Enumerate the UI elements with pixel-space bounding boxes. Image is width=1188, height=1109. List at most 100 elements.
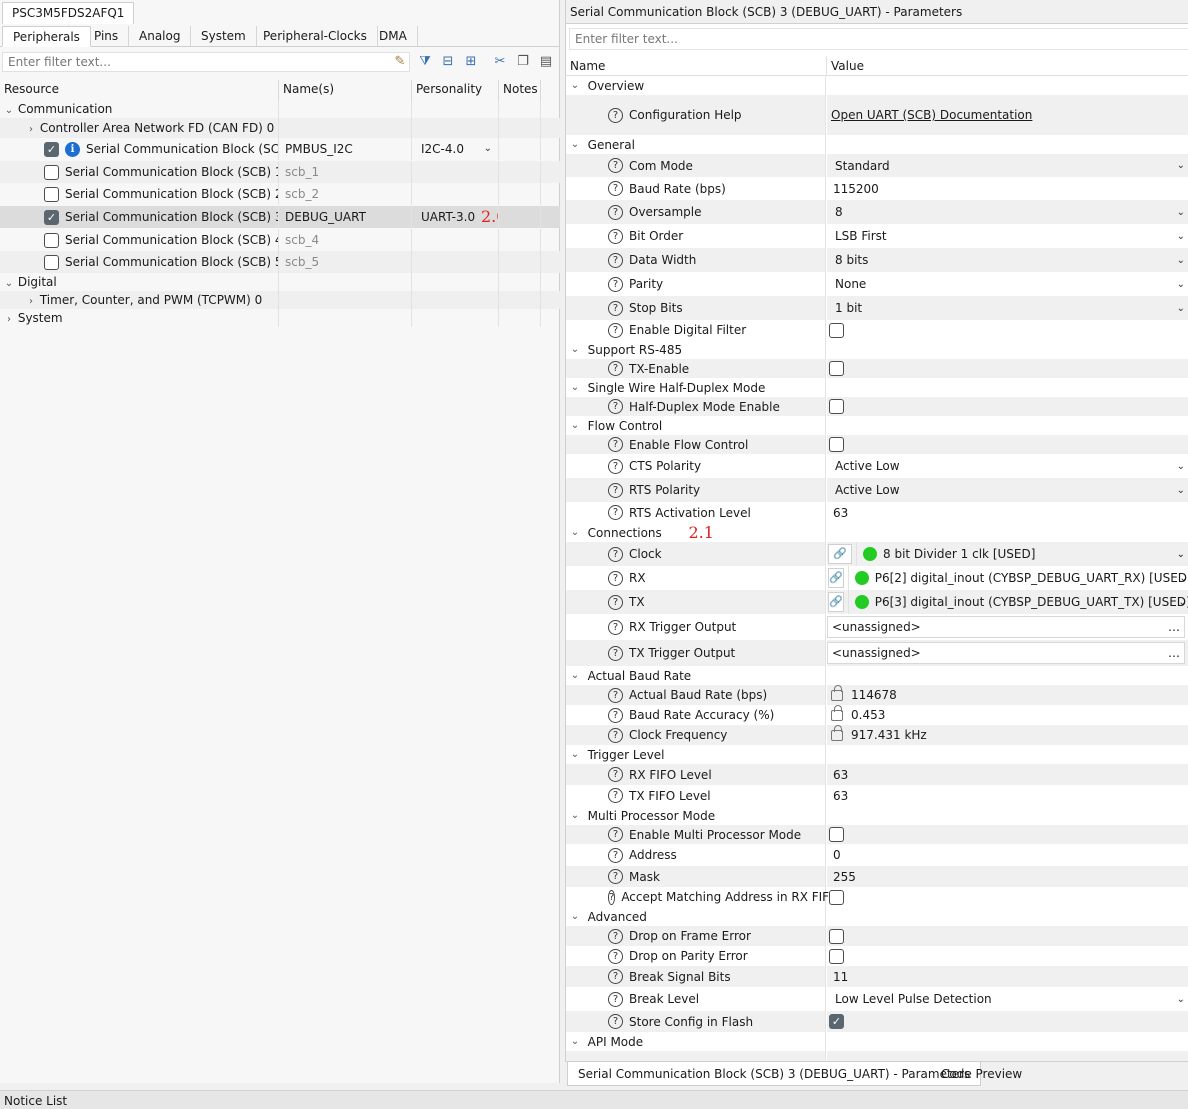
help-icon[interactable]: ? xyxy=(608,707,623,723)
store-config-checkbox[interactable]: ✓ xyxy=(829,1014,844,1029)
drop-parity-checkbox[interactable] xyxy=(829,948,844,964)
chevron-down-icon[interactable]: ⌄ xyxy=(570,911,580,922)
help-icon[interactable]: ? xyxy=(608,948,623,964)
help-icon[interactable]: ? xyxy=(608,458,623,474)
help-icon[interactable]: ? xyxy=(608,594,623,610)
resource-name[interactable]: DEBUG_UART xyxy=(279,206,412,228)
parity-dropdown[interactable]: None ⌄ xyxy=(827,272,1188,296)
help-icon[interactable]: ? xyxy=(608,991,623,1007)
group-general[interactable]: ⌄ General xyxy=(566,135,1188,154)
drop-frame-checkbox[interactable] xyxy=(829,928,844,944)
resource-filter-input[interactable]: Enter filter text... xyxy=(2,52,410,72)
help-icon[interactable]: ? xyxy=(608,1014,623,1029)
personality-dropdown[interactable]: UART-3.0 2.0 xyxy=(412,206,499,228)
tx-dropdown[interactable]: P6[3] digital_inout (CYBSP_DEBUG_UART_TX… xyxy=(847,590,1188,614)
help-icon[interactable]: ? xyxy=(608,505,623,520)
group-trigger-level[interactable]: ⌄ Trigger Level xyxy=(566,745,1188,764)
help-icon[interactable]: ? xyxy=(608,827,623,842)
tx-trigger-selector[interactable]: <unassigned>… xyxy=(827,642,1185,664)
help-icon[interactable]: ? xyxy=(608,869,623,884)
help-icon[interactable]: ? xyxy=(608,767,623,782)
link-icon[interactable]: 🔗 xyxy=(828,568,844,588)
accept-match-checkbox[interactable] xyxy=(829,889,844,905)
break-bits-input[interactable]: 11 xyxy=(827,970,848,984)
resource-name[interactable]: scb_2 xyxy=(279,183,412,205)
baud-rate-input[interactable]: 115200 xyxy=(827,182,879,196)
chevron-down-icon[interactable]: ⌄ xyxy=(570,527,580,538)
expand-all-icon[interactable]: ⊞ xyxy=(463,54,479,70)
half-duplex-checkbox[interactable] xyxy=(829,399,844,414)
chevron-down-icon[interactable]: ⌄ xyxy=(570,810,580,821)
help-icon[interactable]: ? xyxy=(608,322,623,338)
chevron-down-icon[interactable]: ⌄ xyxy=(4,102,14,118)
help-icon[interactable]: ? xyxy=(608,361,623,376)
more-icon[interactable]: … xyxy=(1168,646,1180,660)
help-icon[interactable]: ? xyxy=(608,482,623,498)
chevron-down-icon[interactable]: ⌄ xyxy=(570,1036,580,1047)
copy-icon[interactable]: ❐ xyxy=(515,54,531,70)
chevron-down-icon[interactable]: ⌄ xyxy=(484,138,492,160)
group-rs485[interactable]: ⌄ Support RS-485 xyxy=(566,340,1188,359)
chevron-down-icon[interactable]: ⌄ xyxy=(570,420,580,431)
notice-list-bar[interactable]: Notice List xyxy=(0,1090,1188,1109)
help-icon[interactable]: ? xyxy=(608,300,623,316)
help-icon[interactable]: ? xyxy=(608,619,623,635)
group-advanced[interactable]: ⌄ Advanced xyxy=(566,907,1188,926)
help-icon[interactable]: ? xyxy=(608,204,623,220)
rx-trigger-selector[interactable]: <unassigned>… xyxy=(827,616,1185,638)
col-names[interactable]: Name(s) xyxy=(279,80,412,100)
break-level-dropdown[interactable]: Low Level Pulse Detection ⌄ xyxy=(827,987,1188,1011)
chevron-right-icon[interactable]: › xyxy=(26,293,36,309)
enable-checkbox[interactable] xyxy=(44,233,59,248)
group-api-mode[interactable]: ⌄ API Mode xyxy=(566,1032,1188,1051)
chevron-down-icon[interactable]: ⌄ xyxy=(570,670,580,681)
tree-row-scb0[interactable]: ✓ i Serial Communication Block (SCB) 0 PMB… xyxy=(0,138,560,160)
tab-peripherals[interactable]: Peripherals xyxy=(2,26,91,47)
chevron-down-icon[interactable]: ⌄ xyxy=(570,80,580,91)
help-icon[interactable]: ? xyxy=(608,570,623,586)
tree-row-communication[interactable]: ⌄ Communication xyxy=(0,100,560,118)
tree-row-scb5[interactable]: Serial Communication Block (SCB) 5 scb_5 xyxy=(0,251,560,273)
stop-bits-dropdown[interactable]: 1 bit ⌄ xyxy=(827,296,1188,320)
parameter-filter-input[interactable]: Enter filter text... xyxy=(569,28,1188,50)
info-icon[interactable]: i xyxy=(65,142,80,157)
col-name[interactable]: Name xyxy=(566,56,827,76)
help-icon[interactable]: ? xyxy=(608,399,623,414)
help-icon[interactable]: ? xyxy=(608,727,623,743)
tree-row-scb3[interactable]: ✓ Serial Communication Block (SCB) 3 DEBU… xyxy=(0,206,560,228)
enable-checkbox[interactable]: ✓ xyxy=(44,142,59,157)
help-icon[interactable]: ? xyxy=(608,228,623,244)
tree-row-digital[interactable]: ⌄ Digital xyxy=(0,273,560,291)
device-tab[interactable]: PSC3M5FDS2AFQ1 xyxy=(2,2,135,24)
col-personality[interactable]: Personality xyxy=(412,80,499,100)
rts-polarity-dropdown[interactable]: Active Low ⌄ xyxy=(827,478,1188,502)
col-resource[interactable]: Resource xyxy=(0,80,279,100)
help-icon[interactable]: ? xyxy=(608,181,623,196)
group-multi-processor[interactable]: ⌄ Multi Processor Mode xyxy=(566,806,1188,825)
tab-analog[interactable]: Analog xyxy=(129,26,192,47)
chevron-down-icon[interactable]: ⌄ xyxy=(570,344,580,355)
help-icon[interactable]: ? xyxy=(608,437,623,452)
personality-dropdown[interactable]: I2C-4.0 ⌄ xyxy=(412,138,499,160)
tab-peripheral-clocks[interactable]: Peripheral-Clocks xyxy=(253,26,378,47)
tab-system[interactable]: System xyxy=(191,26,257,47)
help-icon[interactable]: ? xyxy=(608,645,623,661)
rts-level-input[interactable]: 63 xyxy=(827,506,848,520)
enable-checkbox[interactable] xyxy=(44,255,59,270)
rx-dropdown[interactable]: P6[2] digital_inout (CYBSP_DEBUG_UART_RX… xyxy=(847,566,1188,590)
help-icon[interactable]: ? xyxy=(608,252,623,268)
chevron-right-icon[interactable]: › xyxy=(4,311,14,327)
tx-fifo-input[interactable]: 63 xyxy=(827,789,848,803)
chevron-down-icon[interactable]: ⌄ xyxy=(570,749,580,760)
cts-polarity-dropdown[interactable]: Active Low ⌄ xyxy=(827,454,1188,478)
help-icon[interactable]: ? xyxy=(608,847,623,863)
filter-icon[interactable]: ⧩ xyxy=(417,54,433,70)
rx-fifo-input[interactable]: 63 xyxy=(827,768,848,782)
col-value[interactable]: Value xyxy=(827,56,1188,76)
more-icon[interactable]: … xyxy=(1168,620,1180,634)
tx-enable-checkbox[interactable] xyxy=(829,361,844,376)
clear-filter-icon[interactable]: ✎ xyxy=(392,54,408,70)
bit-order-dropdown[interactable]: LSB First ⌄ xyxy=(827,224,1188,248)
tab-pins[interactable]: Pins xyxy=(84,26,130,47)
link-icon[interactable]: 🔗 xyxy=(828,592,844,612)
